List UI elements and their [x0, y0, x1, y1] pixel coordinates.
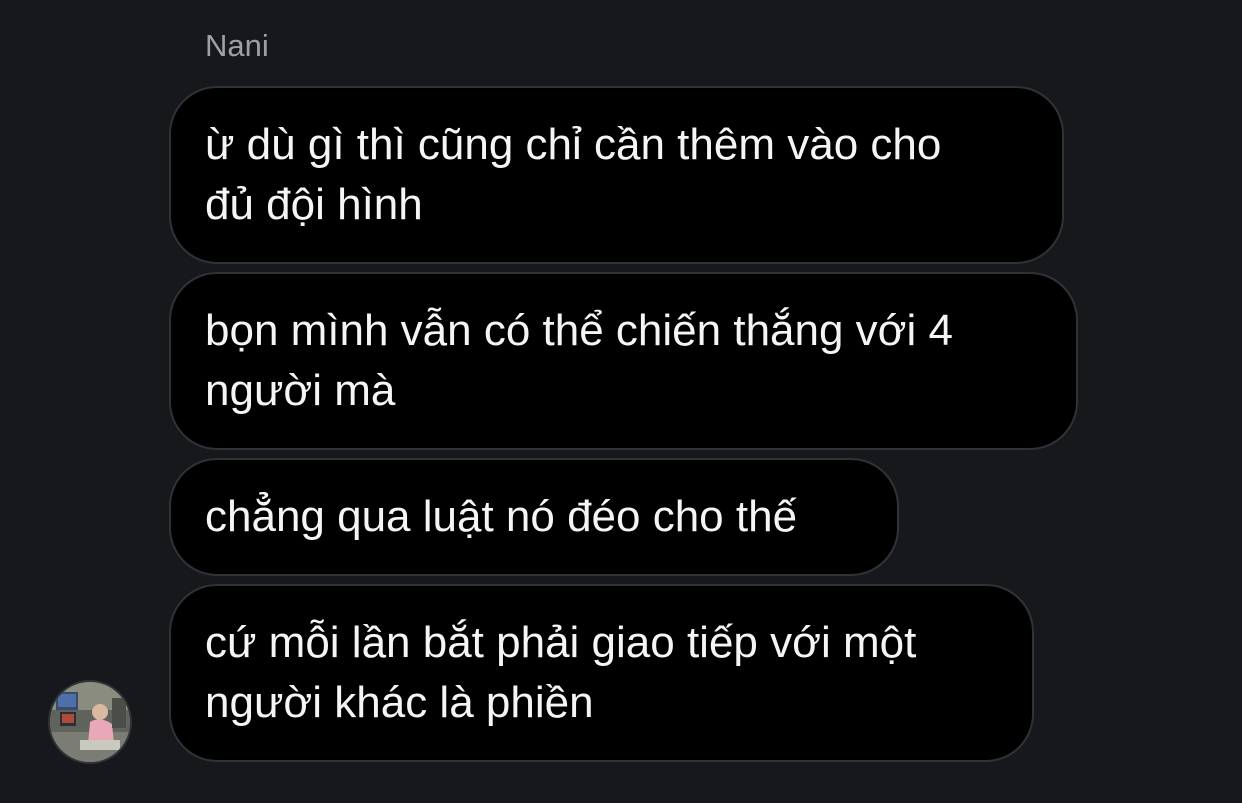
chat-thread: Nani ừ dù gì thì cũng chỉ cần thêm vào c…	[0, 0, 1242, 803]
user-avatar-photo-icon	[50, 682, 130, 762]
message-bubble[interactable]: cứ mỗi lần bắt phải giao tiếp với một ng…	[169, 584, 1034, 762]
avatar[interactable]	[48, 680, 132, 764]
message-bubble[interactable]: ừ dù gì thì cũng chỉ cần thêm vào cho đủ…	[169, 86, 1064, 264]
message-bubble[interactable]: chẳng qua luật nó đéo cho thế	[169, 458, 899, 576]
message-bubble[interactable]: bọn mình vẫn có thể chiến thắng với 4 ng…	[169, 272, 1078, 450]
sender-name: Nani	[205, 28, 269, 63]
